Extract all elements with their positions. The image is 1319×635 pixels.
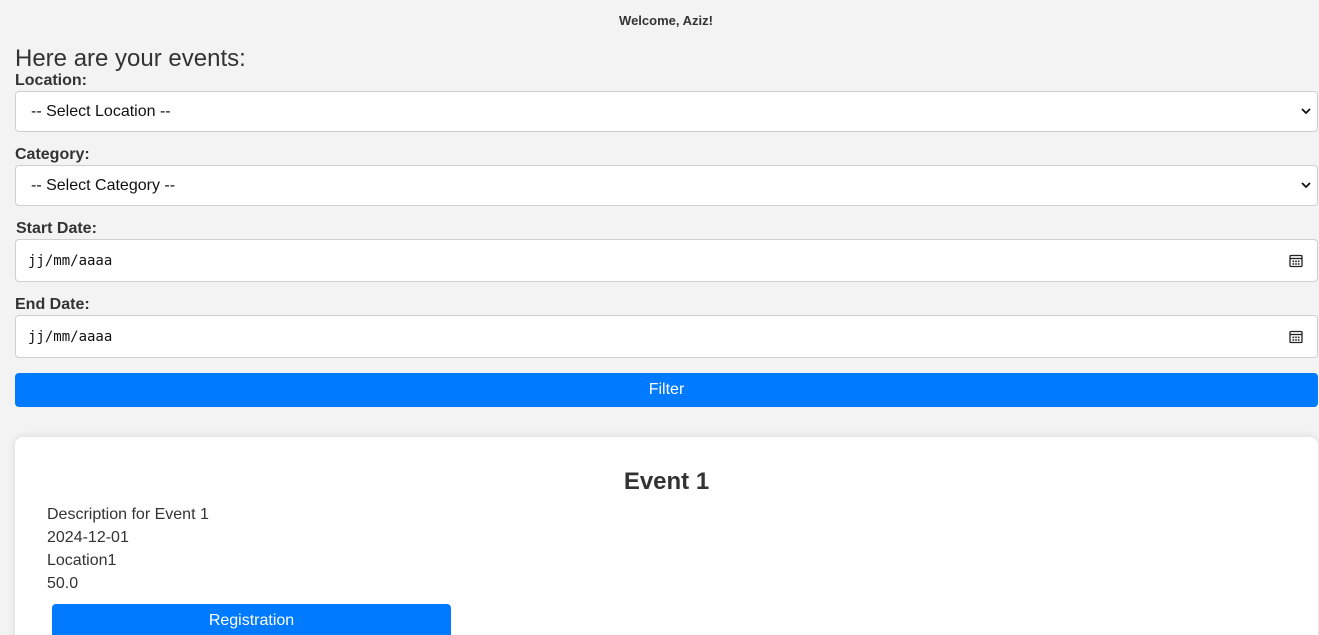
calendar-icon[interactable]: [1289, 330, 1303, 344]
chevron-down-icon: [1301, 182, 1311, 189]
registration-button[interactable]: Registration: [52, 604, 451, 635]
category-select[interactable]: -- Select Category --: [15, 165, 1318, 206]
end-date-label: End Date:: [15, 296, 90, 313]
location-select[interactable]: -- Select Location --: [15, 91, 1318, 132]
page-heading: Here are your events:: [15, 45, 246, 72]
chevron-down-icon: [1301, 108, 1311, 115]
event-card: Event 1 Description for Event 1 2024-12-…: [15, 437, 1318, 635]
category-label: Category:: [15, 146, 90, 163]
start-date-label: Start Date:: [16, 220, 97, 237]
event-title: Event 1: [623, 468, 710, 495]
location-select-value: -- Select Location --: [31, 102, 171, 120]
welcome-message: Welcome, Aziz!: [619, 13, 713, 28]
start-date-value: jj/mm/aaaa: [28, 252, 113, 269]
event-location: Location1: [47, 552, 117, 569]
event-date: 2024-12-01: [47, 529, 129, 546]
calendar-icon[interactable]: [1289, 254, 1303, 268]
start-date-input[interactable]: jj/mm/aaaa: [15, 239, 1318, 282]
event-description: Description for Event 1: [47, 506, 209, 523]
category-select-value: -- Select Category --: [31, 176, 176, 194]
end-date-value: jj/mm/aaaa: [28, 328, 113, 345]
end-date-input[interactable]: jj/mm/aaaa: [15, 315, 1318, 358]
event-price: 50.0: [47, 575, 79, 592]
events-page: Welcome, Aziz! Here are your events: Loc…: [0, 0, 1319, 635]
location-label: Location:: [15, 72, 87, 89]
filter-button[interactable]: Filter: [15, 373, 1318, 407]
